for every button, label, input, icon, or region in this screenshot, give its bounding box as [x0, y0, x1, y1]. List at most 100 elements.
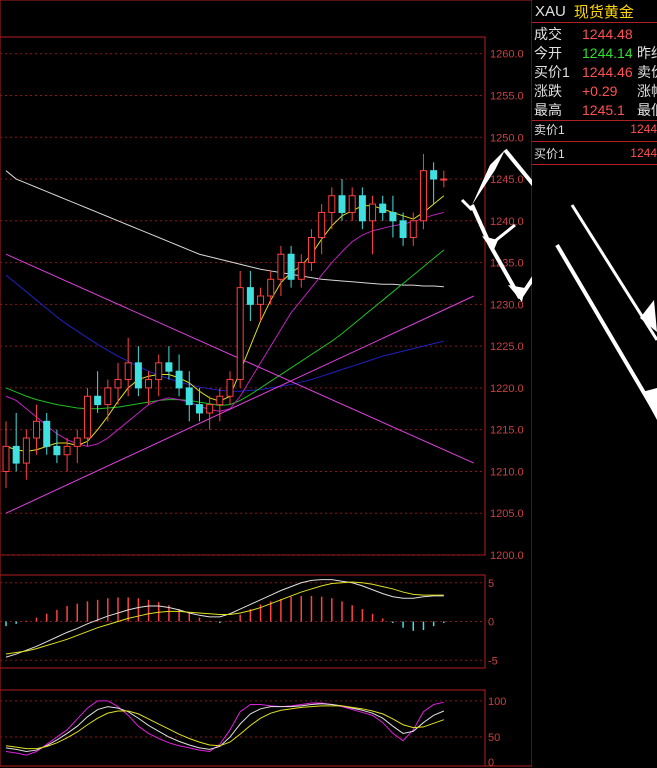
ask-level-row: 卖价1 1244 — [532, 118, 657, 140]
candle-body — [104, 387, 112, 406]
forecast-arrow — [489, 223, 516, 247]
chart-area: 1260.0 1255.0 1250.0 1245.0 1240.0 1235.0 1230… — [0, 0, 532, 768]
candle-body — [165, 362, 173, 372]
quote-label: 成交 — [534, 26, 562, 42]
candle-body — [195, 404, 203, 414]
candle-body — [287, 253, 295, 280]
macd-line — [5, 581, 444, 655]
quote-value: 1245.1 — [582, 102, 625, 118]
candle-body — [257, 295, 265, 305]
moving-average-line — [5, 170, 444, 288]
candle-body — [22, 437, 30, 464]
quote-value: 1244.46 — [582, 64, 633, 80]
price-tick-label: 1210.0 — [490, 466, 524, 478]
moving-average-line — [5, 195, 445, 452]
bid-level-row: 买价1 1244 — [532, 142, 657, 164]
quote-label: 最高 — [534, 102, 562, 118]
quote-label: 涨跌 — [534, 83, 562, 99]
price-tick-label: 1250.0 — [490, 132, 524, 144]
candle-body — [246, 287, 254, 305]
candle-body — [114, 379, 122, 389]
candle-body — [318, 211, 326, 239]
kdj-tick-label: 100 — [488, 696, 506, 708]
bid-value: 1244 — [630, 146, 657, 160]
candle-body — [277, 253, 285, 280]
price-tick-label: 1220.0 — [490, 383, 524, 395]
price-tick-label: 1205.0 — [490, 508, 524, 520]
macd-frame — [0, 574, 486, 669]
moving-average-line — [5, 249, 445, 410]
candle-body — [43, 420, 51, 447]
macd-line — [5, 579, 444, 658]
symbol-code: XAU — [535, 2, 566, 20]
chart-frame — [0, 0, 532, 767]
candle-body — [358, 195, 366, 222]
kdj-tick-label: 0 — [488, 757, 494, 768]
kdj-line — [5, 700, 444, 756]
candle-body — [389, 211, 397, 222]
kdj-panel: 100 50 0 — [0, 689, 506, 768]
candle-body — [175, 370, 183, 389]
main-price-grid — [0, 0, 532, 767]
macd-tick-label: 5 — [488, 578, 494, 590]
candle-body — [328, 195, 336, 213]
candle-body — [63, 445, 71, 456]
quote-label: 买价1 — [534, 64, 570, 80]
price-tick-label: 1215.0 — [490, 425, 524, 437]
macd-tick-label: 0 — [488, 617, 494, 629]
candle-body — [124, 362, 132, 381]
candle-body — [12, 445, 20, 464]
candle-body — [379, 203, 387, 213]
quote-value: 1244.14 — [582, 45, 633, 61]
candle-body — [134, 362, 142, 389]
quote-extra-label: 涨幅 — [637, 83, 657, 99]
candle-body — [33, 420, 41, 439]
candle-body — [267, 278, 275, 297]
candle-body — [307, 237, 315, 264]
quote-extra-label: 卖价 — [637, 64, 657, 80]
divider — [532, 164, 657, 165]
candle-body — [348, 195, 356, 213]
price-tick-label: 1245.0 — [490, 174, 524, 186]
quote-row: 成交 1244.48 — [532, 24, 637, 44]
candle-body — [369, 203, 377, 222]
quote-value: +0.29 — [582, 83, 618, 99]
price-tick-label: 1235.0 — [490, 258, 524, 270]
macd-tick-label: -5 — [488, 655, 498, 667]
price-tick-label: 1225.0 — [490, 341, 524, 353]
quote-panel: XAU 现货黄金 成交1244.48今开1244.14昨结买价11244.46卖… — [532, 0, 657, 768]
candle-body — [73, 437, 81, 447]
quote-value: 1244.48 — [582, 26, 633, 42]
candle-body — [145, 379, 153, 389]
candle-body — [155, 362, 163, 381]
ask-value: 1244 — [630, 122, 657, 136]
candle-body — [53, 445, 61, 456]
price-tick-label: 1200.0 — [490, 550, 524, 562]
candle-body — [430, 170, 438, 180]
quote-row: 最高 1245.1 最低 — [532, 100, 657, 120]
quote-header: XAU 现货黄金 — [532, 0, 657, 23]
price-tick-label: 1230.0 — [490, 299, 524, 311]
candle-body — [216, 395, 224, 406]
moving-average-line — [5, 274, 444, 392]
candle-body — [419, 170, 427, 222]
candle-body — [2, 445, 10, 472]
candle-body — [399, 220, 407, 239]
candle-body — [409, 220, 417, 239]
quote-row: 买价1 1244.46卖价 — [532, 62, 657, 82]
symbol-name: 现货黄金 — [573, 3, 634, 21]
ask-label: 卖价1 — [534, 122, 565, 137]
forecast-arrow — [460, 198, 474, 212]
quote-extra-label: 最低 — [637, 102, 657, 118]
candle-body — [297, 262, 305, 280]
candle-body — [236, 287, 244, 381]
quote-label: 今开 — [534, 45, 562, 61]
candlestick-series — [2, 153, 448, 489]
kdj-tick-label: 50 — [488, 732, 500, 744]
quote-row: 今开 1244.14昨结 — [532, 43, 657, 63]
candle-body — [440, 178, 448, 181]
moving-average-lines — [5, 170, 445, 452]
quote-row: 涨跌 +0.29 涨幅 — [532, 81, 657, 101]
price-tick-label: 1240.0 — [490, 216, 524, 228]
candle-body — [94, 395, 102, 406]
